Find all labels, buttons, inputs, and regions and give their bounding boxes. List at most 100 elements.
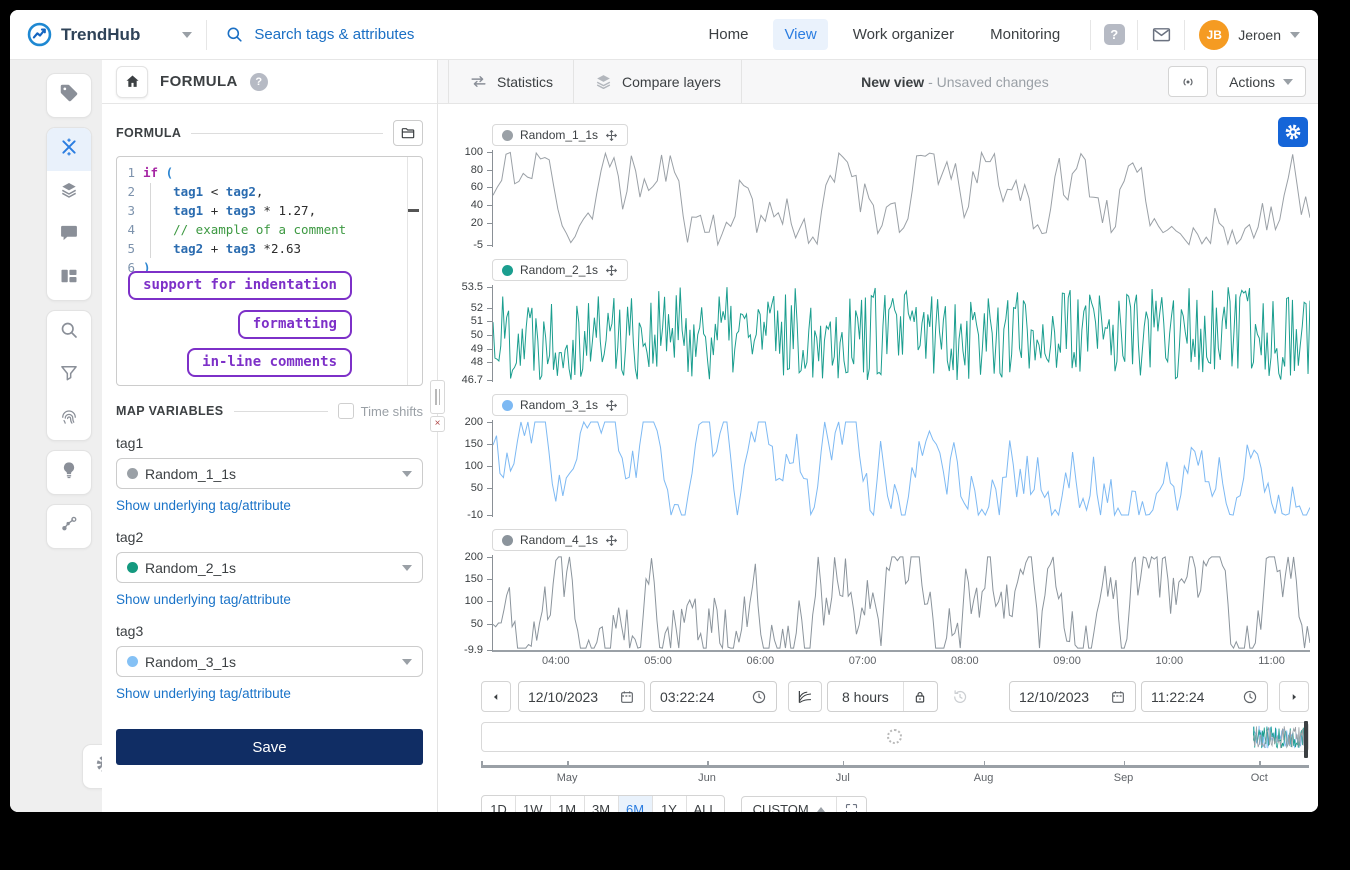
map-variables-label: MAP VARIABLES — [116, 404, 224, 418]
start-time-field[interactable]: 03:22:24 — [650, 681, 777, 712]
series-legend-Random_2_1s[interactable]: Random_2_1s — [492, 259, 628, 281]
range-button-3M[interactable]: 3M — [585, 796, 619, 812]
formula-help-icon[interactable]: ? — [250, 73, 268, 91]
scale-curves-button[interactable] — [788, 681, 822, 712]
avatar: JB — [1199, 20, 1229, 50]
nav-work-organizer[interactable]: Work organizer — [842, 19, 965, 50]
timeline-overview[interactable] — [481, 722, 1309, 752]
code-line[interactable]: 3 tag1 + tag3 * 1.27, — [117, 201, 422, 220]
plot-area-Random_3_1s[interactable] — [492, 420, 1310, 517]
tag1-show-underlying-link[interactable]: Show underlying tag/attribute — [116, 498, 423, 513]
editor-scroll-thumb[interactable] — [408, 209, 419, 212]
plot-area-Random_1_1s[interactable] — [492, 150, 1310, 247]
y-tick-label: -5 — [473, 239, 483, 251]
overview-selection-handle[interactable] — [1304, 721, 1308, 758]
plot-area-Random_4_1s[interactable] — [492, 555, 1310, 652]
code-line[interactable]: 5 tag2 + tag3 *2.63 — [117, 239, 422, 258]
messages-button[interactable] — [1138, 24, 1184, 45]
tag3-series-dot — [127, 656, 138, 667]
month-label: Sep — [1114, 772, 1134, 784]
series-legend-Random_1_1s[interactable]: Random_1_1s — [492, 124, 628, 146]
user-name: Jeroen — [1238, 27, 1281, 43]
end-time-field[interactable]: 11:22:24 — [1141, 681, 1268, 712]
var-name-tag3: tag3 — [116, 623, 423, 639]
sidebar-item-comments[interactable] — [47, 214, 91, 257]
series-legend-Random_3_1s[interactable]: Random_3_1s — [492, 394, 628, 416]
indent-guide — [150, 183, 151, 258]
search-input[interactable]: Search tags & attributes — [207, 25, 507, 44]
sidebar-item-formula[interactable] — [47, 128, 91, 171]
pan-right-button[interactable] — [1279, 681, 1309, 712]
home-button[interactable] — [116, 66, 148, 98]
app-window: TrendHub Search tags & attributes Home V… — [10, 10, 1318, 812]
range-button-1Y[interactable]: 1Y — [653, 796, 687, 812]
y-tick-label: 52 — [471, 302, 483, 314]
move-icon — [605, 129, 618, 142]
sidebar-item-connections[interactable] — [47, 505, 91, 548]
panel-close-button[interactable]: × — [430, 416, 445, 432]
brand-logo[interactable]: TrendHub — [10, 21, 206, 48]
y-tick-label: -9.9 — [464, 644, 483, 656]
range-button-ALL[interactable]: ALL — [687, 796, 724, 812]
nav-view[interactable]: View — [773, 19, 827, 50]
brand-name: TrendHub — [61, 25, 140, 45]
tag3-select[interactable]: Random_3_1s — [116, 646, 423, 677]
time-shifts-checkbox[interactable] — [338, 403, 354, 419]
move-icon — [605, 264, 618, 277]
range-button-1W[interactable]: 1W — [516, 796, 551, 812]
code-line[interactable]: 4 // example of a comment — [117, 220, 422, 239]
custom-range-button[interactable]: CUSTOM — [742, 797, 837, 812]
sidebar-item-fingerprint[interactable] — [47, 397, 91, 440]
code-line[interactable]: 2 tag1 < tag2, — [117, 182, 422, 201]
pan-left-button[interactable] — [481, 681, 511, 712]
series-dot — [502, 535, 513, 546]
nav-monitoring[interactable]: Monitoring — [979, 19, 1071, 50]
y-tick-label: 50 — [471, 482, 483, 494]
sidebar-item-dashboard[interactable] — [47, 257, 91, 300]
live-mode-button[interactable] — [1168, 66, 1208, 97]
brand-chevron-icon[interactable] — [182, 32, 192, 38]
panel-resize-handle[interactable] — [430, 380, 445, 414]
code-line[interactable]: 1if ( — [117, 163, 422, 182]
fingerprint-icon — [59, 406, 79, 431]
statistics-button[interactable]: Statistics — [448, 60, 574, 103]
annotation-comments: in-line comments — [187, 348, 352, 377]
tag2-select[interactable]: Random_2_1s — [116, 552, 423, 583]
sidebar-item-tags[interactable] — [47, 74, 91, 117]
line-number: 1 — [117, 163, 143, 182]
user-menu[interactable]: JB Jeroen — [1185, 20, 1318, 50]
duration-lock-button[interactable] — [904, 682, 937, 711]
formula-library-button[interactable] — [393, 120, 423, 146]
range-button-1D[interactable]: 1D — [482, 796, 516, 812]
save-button[interactable]: Save — [116, 729, 423, 765]
tag2-show-underlying-link[interactable]: Show underlying tag/attribute — [116, 592, 423, 607]
tag1-select[interactable]: Random_1_1s — [116, 458, 423, 489]
compare-layers-button[interactable]: Compare layers — [574, 60, 742, 103]
x-tick-label: 05:00 — [644, 655, 672, 667]
start-date-field[interactable]: 12/10/2023 — [518, 681, 645, 712]
chart-settings-button[interactable] — [1278, 117, 1308, 147]
sidebar-item-filter[interactable] — [47, 354, 91, 397]
statistics-arrows-icon — [469, 72, 488, 91]
sidebar-item-search[interactable] — [47, 311, 91, 354]
y-axis: 20015010050-9.9 — [446, 555, 492, 652]
range-button-1M[interactable]: 1M — [551, 796, 585, 812]
nav-home[interactable]: Home — [697, 19, 759, 50]
y-tick-label: 150 — [465, 438, 483, 450]
chart-block-Random_3_1s: Random_3_1s 20015010050-10 — [446, 394, 1310, 517]
formula-code-editor[interactable]: 1if (2 tag1 < tag2,3 tag1 + tag3 * 1.27,… — [116, 156, 423, 386]
fullscreen-range-button[interactable] — [837, 797, 866, 812]
sidebar-item-layers[interactable] — [47, 171, 91, 214]
help-button[interactable]: ? — [1091, 24, 1137, 45]
sidebar-item-ideas[interactable] — [47, 451, 91, 494]
plot-area-Random_2_1s[interactable] — [492, 285, 1310, 382]
actions-button[interactable]: Actions — [1216, 66, 1306, 97]
tag3-show-underlying-link[interactable]: Show underlying tag/attribute — [116, 686, 423, 701]
series-legend-Random_4_1s[interactable]: Random_4_1s — [492, 529, 628, 551]
range-button-6M[interactable]: 6M — [619, 796, 653, 812]
right-triangle-icon — [1289, 692, 1299, 702]
loading-spinner — [887, 729, 902, 744]
tag-icon — [59, 83, 79, 108]
end-date-field[interactable]: 12/10/2023 — [1009, 681, 1136, 712]
duration-value[interactable]: 8 hours — [828, 689, 903, 705]
